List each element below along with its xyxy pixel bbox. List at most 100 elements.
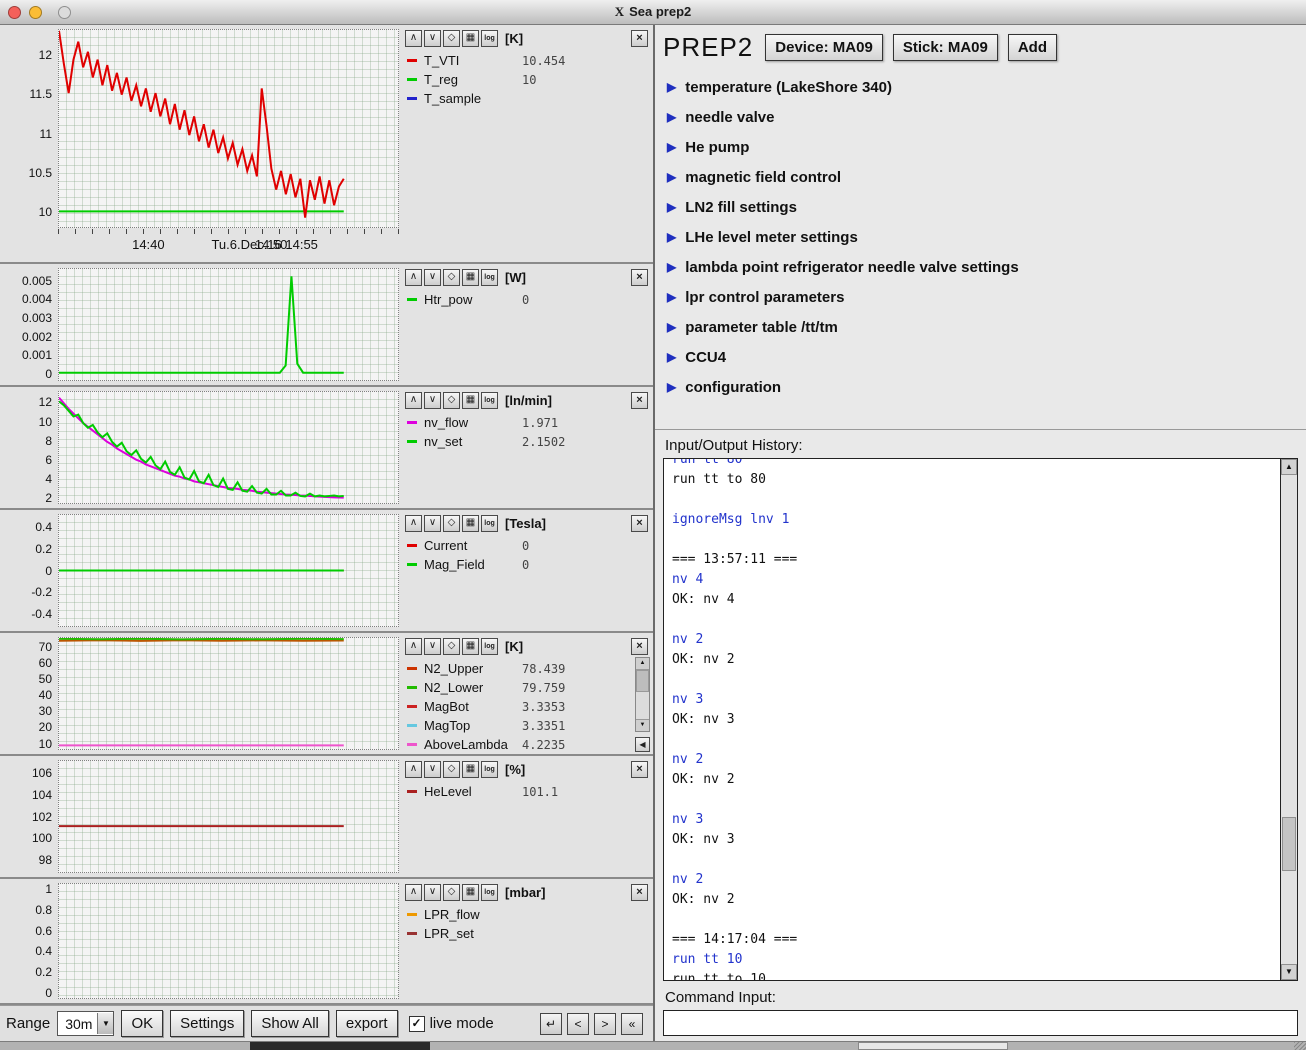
tree-item-parameter-table-tt-tm[interactable]: ▶parameter table /tt/tm xyxy=(663,312,1296,342)
scale-down-button[interactable]: ∨ xyxy=(424,761,441,778)
add-button[interactable]: Add xyxy=(1008,34,1057,61)
scroll-down-arrow[interactable]: ▼ xyxy=(1281,964,1297,980)
scale-down-button[interactable]: ∨ xyxy=(424,30,441,47)
scale-down-button[interactable]: ∨ xyxy=(424,515,441,532)
grid-button[interactable]: ▦ xyxy=(462,30,479,47)
live-mode-checkbox[interactable]: ✓ xyxy=(409,1016,425,1032)
chart-close-button[interactable]: × xyxy=(631,638,648,655)
legend-value: 0 xyxy=(522,558,529,572)
chart-plot-area[interactable] xyxy=(58,29,399,228)
export-button[interactable]: export xyxy=(336,1010,398,1037)
tree-item-configuration[interactable]: ▶configuration xyxy=(663,372,1296,402)
terminal-text[interactable]: run tt 80run tt to 80 ignoreMsg lnv 1 ==… xyxy=(664,459,1280,980)
tree-item-he-pump[interactable]: ▶He pump xyxy=(663,132,1296,162)
chart-plot-area[interactable] xyxy=(58,391,399,504)
tree-item-ln2-fill-settings[interactable]: ▶LN2 fill settings xyxy=(663,192,1296,222)
grid-button[interactable]: ▦ xyxy=(462,515,479,532)
range-dropdown[interactable]: 30m ▼ xyxy=(57,1011,114,1036)
log-scale-button[interactable]: log xyxy=(481,515,498,532)
scale-up-button[interactable]: ∧ xyxy=(405,269,422,286)
page-back-button[interactable]: « xyxy=(621,1013,643,1035)
terminal-scrollbar[interactable]: ▲ ▼ xyxy=(1280,459,1297,980)
tree-item-temperature-lakeshore-340[interactable]: ▶temperature (LakeShore 340) xyxy=(663,72,1296,102)
legend-scrollbar[interactable]: ▲▼ xyxy=(635,657,650,732)
chart-toolbar: Range 30m ▼ OKSettingsShow Allexport ✓ l… xyxy=(0,1005,653,1041)
chart-close-button[interactable]: × xyxy=(631,761,648,778)
chart-close-button[interactable]: × xyxy=(631,515,648,532)
chart-close-button[interactable]: × xyxy=(631,30,648,47)
autoscale-button[interactable]: ◇ xyxy=(443,761,460,778)
scale-up-button[interactable]: ∧ xyxy=(405,30,422,47)
chart-plot-area[interactable] xyxy=(58,883,399,999)
tree-item-lpr-control-parameters[interactable]: ▶lpr control parameters xyxy=(663,282,1296,312)
show-all-button[interactable]: Show All xyxy=(251,1010,329,1037)
scroll-thumb[interactable] xyxy=(636,670,649,692)
autoscale-button[interactable]: ◇ xyxy=(443,884,460,901)
autoscale-button[interactable]: ◇ xyxy=(443,392,460,409)
step-forward-button[interactable]: > xyxy=(594,1013,616,1035)
tree-item-ccu4[interactable]: ▶CCU4 xyxy=(663,342,1296,372)
scroll-down-arrow[interactable]: ▼ xyxy=(636,719,649,731)
series-Htr_pow xyxy=(59,276,344,372)
tree-item-lambda-point-refrigerator-needle-valve-settings[interactable]: ▶lambda point refrigerator needle valve … xyxy=(663,252,1296,282)
legend-scroll-left-button[interactable]: ◀ xyxy=(635,737,650,752)
scale-up-button[interactable]: ∧ xyxy=(405,884,422,901)
chart-close-button[interactable]: × xyxy=(631,269,648,286)
ok-button[interactable]: OK xyxy=(121,1010,163,1037)
chart-close-button[interactable]: × xyxy=(631,884,648,901)
io-history-label: Input/Output History: xyxy=(665,437,1298,454)
legend-value: 0 xyxy=(522,539,529,553)
scroll-track[interactable] xyxy=(636,670,649,719)
command-input[interactable] xyxy=(663,1010,1298,1036)
chart-plot-area[interactable] xyxy=(58,760,399,873)
refresh-button[interactable]: ↵ xyxy=(540,1013,562,1035)
tree-item-magnetic-field-control[interactable]: ▶magnetic field control xyxy=(663,162,1296,192)
chart-plot-area[interactable] xyxy=(58,637,399,750)
io-history-terminal[interactable]: run tt 80run tt to 80 ignoreMsg lnv 1 ==… xyxy=(663,458,1298,981)
tree-item-lhe-level-meter-settings[interactable]: ▶LHe level meter settings xyxy=(663,222,1296,252)
grid-button[interactable]: ▦ xyxy=(462,884,479,901)
scale-up-button[interactable]: ∧ xyxy=(405,638,422,655)
autoscale-button[interactable]: ◇ xyxy=(443,638,460,655)
scale-down-button[interactable]: ∨ xyxy=(424,392,441,409)
log-scale-button[interactable]: log xyxy=(481,269,498,286)
grid-button[interactable]: ▦ xyxy=(462,269,479,286)
log-scale-button[interactable]: log xyxy=(481,30,498,47)
scroll-up-arrow[interactable]: ▲ xyxy=(1281,459,1297,475)
settings-button[interactable]: Settings xyxy=(170,1010,244,1037)
scroll-thumb[interactable] xyxy=(1282,817,1296,871)
log-scale-button[interactable]: log xyxy=(481,884,498,901)
chart-unit-label: [K] xyxy=(505,639,523,654)
y-tick-label: 0.001 xyxy=(22,348,52,362)
legend-color-dash xyxy=(407,440,417,443)
y-tick-label: 0.2 xyxy=(35,965,52,979)
autoscale-button[interactable]: ◇ xyxy=(443,269,460,286)
log-scale-button[interactable]: log xyxy=(481,638,498,655)
scale-down-button[interactable]: ∨ xyxy=(424,638,441,655)
terminal-line: OK: nv 4 xyxy=(672,590,1272,610)
log-scale-button[interactable]: log xyxy=(481,761,498,778)
autoscale-button[interactable]: ◇ xyxy=(443,30,460,47)
step-back-button[interactable]: < xyxy=(567,1013,589,1035)
scale-up-button[interactable]: ∧ xyxy=(405,392,422,409)
chart-plot-area[interactable] xyxy=(58,514,399,627)
live-mode-toggle[interactable]: ✓ live mode xyxy=(409,1015,494,1032)
scroll-track[interactable] xyxy=(1281,475,1297,964)
scroll-up-arrow[interactable]: ▲ xyxy=(636,658,649,670)
device-button[interactable]: Device: MA09 xyxy=(765,34,883,61)
scale-up-button[interactable]: ∧ xyxy=(405,515,422,532)
y-tick-label: 0.005 xyxy=(22,274,52,288)
tree-item-label: LN2 fill settings xyxy=(685,199,797,216)
grid-button[interactable]: ▦ xyxy=(462,638,479,655)
stick-button[interactable]: Stick: MA09 xyxy=(893,34,998,61)
scale-up-button[interactable]: ∧ xyxy=(405,761,422,778)
chart-plot-area[interactable] xyxy=(58,268,399,381)
autoscale-button[interactable]: ◇ xyxy=(443,515,460,532)
chart-close-button[interactable]: × xyxy=(631,392,648,409)
scale-down-button[interactable]: ∨ xyxy=(424,884,441,901)
grid-button[interactable]: ▦ xyxy=(462,761,479,778)
scale-down-button[interactable]: ∨ xyxy=(424,269,441,286)
log-scale-button[interactable]: log xyxy=(481,392,498,409)
tree-item-needle-valve[interactable]: ▶needle valve xyxy=(663,102,1296,132)
grid-button[interactable]: ▦ xyxy=(462,392,479,409)
